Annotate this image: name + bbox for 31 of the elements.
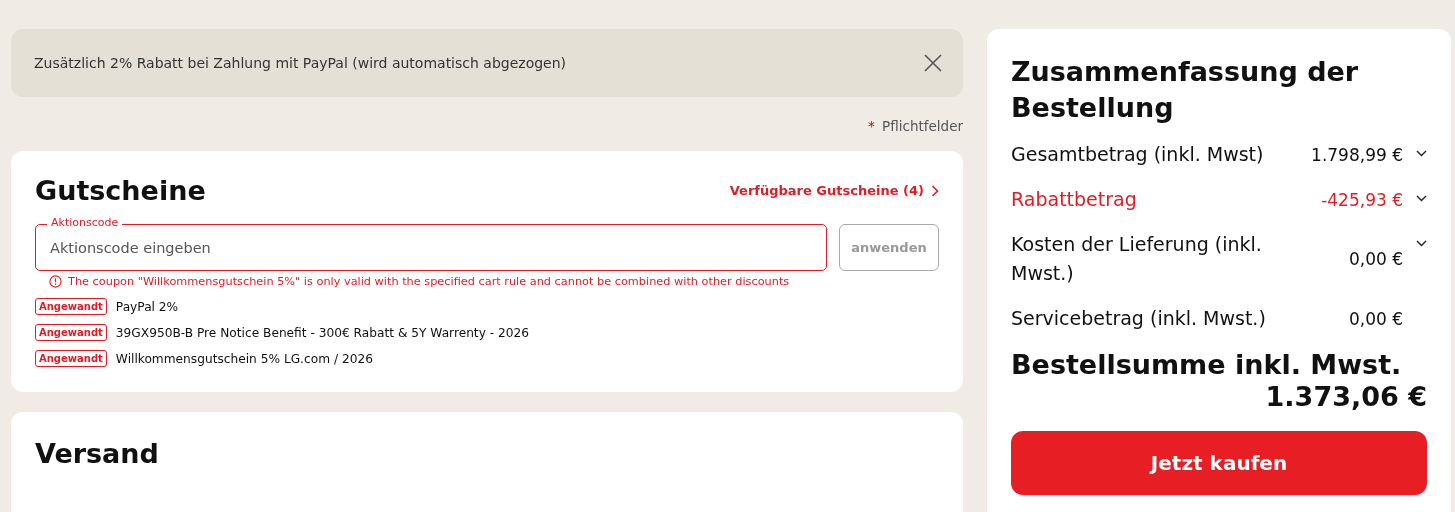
summary-label: Gesamtbetrag (inkl. Mwst) xyxy=(1011,142,1265,167)
voucher-name: Willkommensgutschein 5% LG.com / 2026 xyxy=(115,351,373,366)
section-title: Gutscheine xyxy=(35,175,206,206)
total-label: Bestellsumme inkl. Mwst. xyxy=(1011,349,1403,381)
summary-label: Servicebetrag (inkl. Mwst.) xyxy=(1011,306,1267,331)
required-mark: * xyxy=(868,118,875,134)
voucher-name: 39GX950B-B Pre Notice Benefit - 300€ Rabatt & 5Y Warrenty - 2026 xyxy=(115,325,529,340)
chevron-right-icon xyxy=(931,184,939,197)
total-value: 1.373,06 € xyxy=(1264,381,1427,413)
section-title: Versand xyxy=(35,438,160,469)
summary-title: Zusammenfassung der Bestellung xyxy=(1011,55,1360,125)
available-vouchers-link[interactable]: Verfügbare Gutscheine (4) xyxy=(729,183,939,198)
chevron-down-icon[interactable] xyxy=(1416,195,1427,202)
summary-value: 1.798,99 € xyxy=(1311,144,1403,165)
summary-value: 0,00 € xyxy=(1348,249,1403,269)
voucher-name: PayPal 2% xyxy=(115,299,179,314)
required-note: Pflichtfelder xyxy=(882,118,963,134)
chevron-down-icon[interactable] xyxy=(1416,240,1427,247)
close-icon[interactable] xyxy=(924,54,942,72)
applied-badge: Angewandt xyxy=(35,324,107,341)
chevron-down-icon[interactable] xyxy=(1416,150,1427,157)
buy-button[interactable]: Jetzt kaufen xyxy=(1011,431,1427,495)
banner-text: Zusätzlich 2% Rabatt bei Zahlung mit PayPal (wird automatisch abgezogen) xyxy=(34,55,567,71)
applied-badge: Angewandt xyxy=(35,350,107,367)
summary-value: -425,93 € xyxy=(1321,189,1403,210)
error-message: The coupon "Willkommensgutschein 5%" is only valid with the specified cart rule and cannot be combined with other discounts xyxy=(68,275,790,288)
alert-icon xyxy=(49,275,62,288)
summary-label: Kosten der Lieferung (inkl. Mwst.) xyxy=(1011,232,1263,286)
summary-value: 0,00 € xyxy=(1348,308,1403,329)
applied-badge: Angewandt xyxy=(35,298,107,315)
summary-label: Rabattbetrag xyxy=(1011,187,1138,212)
